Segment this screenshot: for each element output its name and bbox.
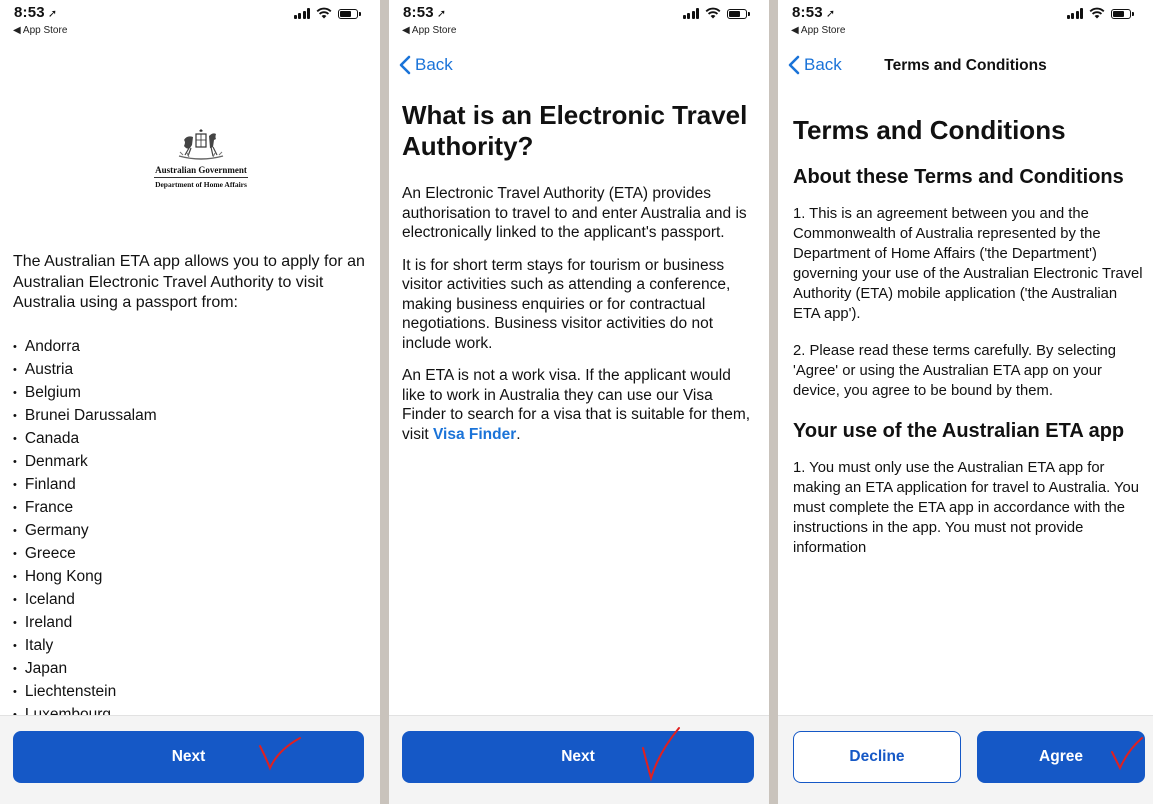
country-list-item: Canada [13, 428, 157, 451]
signal-icon [293, 8, 310, 19]
section-heading: Your use of the Australian ETA app [793, 420, 1125, 442]
paragraph: An ETA is not a work visa. If the applic… [402, 367, 751, 443]
battery-icon [727, 9, 750, 19]
country-list-item: Japan [13, 658, 157, 681]
country-list-item: Italy [13, 635, 157, 658]
status-time: 8:53 ➚ [403, 4, 447, 21]
status-bar: 8:53 ➚ ◀ App Store [389, 0, 769, 44]
country-list-item: Finland [13, 474, 157, 497]
decline-button[interactable]: Decline [793, 731, 961, 783]
paragraph: 2. Please read these terms carefully. By… [793, 343, 1116, 399]
country-list-item: Brunei Darussalam [13, 405, 157, 428]
country-list-item: Hong Kong [13, 566, 157, 589]
nav-title: Terms and Conditions [884, 57, 1047, 74]
content: What is an Electronic Travel Authority? … [402, 100, 758, 457]
signal-icon [682, 8, 699, 19]
chevron-left-icon [399, 55, 411, 75]
section-heading: About these Terms and Conditions [793, 166, 1124, 188]
agree-button[interactable]: Agree [977, 731, 1145, 783]
nav-bar: Back Terms and Conditions [778, 52, 1153, 82]
battery-icon [1111, 9, 1134, 19]
battery-icon [338, 9, 361, 19]
location-arrow-icon: ➚ [436, 8, 447, 20]
coat-of-arms-icon [178, 129, 224, 160]
wifi-icon [316, 7, 332, 19]
paragraph: An Electronic Travel Authority (ETA) pro… [402, 185, 747, 241]
screen-what-is-eta: 8:53 ➚ ◀ App Store Back What is an Electr… [389, 0, 769, 804]
back-button[interactable]: Back [399, 55, 453, 75]
back-label: Back [415, 55, 453, 74]
footer-bar: Next [389, 715, 769, 804]
country-list-item: Greece [13, 543, 157, 566]
location-arrow-icon: ➚ [825, 8, 836, 20]
country-list-item: Denmark [13, 451, 157, 474]
content: Terms and Conditions About these Terms a… [793, 115, 1143, 575]
back-to-app-store-link[interactable]: ◀ App Store [402, 25, 456, 36]
screen-intro: 8:53 ➚ ◀ App Store Australian Government … [0, 0, 380, 804]
paragraph: 1. This is an agreement between you and … [793, 206, 1143, 322]
back-to-app-store-link[interactable]: ◀ App Store [791, 25, 845, 36]
country-list-item: Belgium [13, 382, 157, 405]
intro-text: The Australian ETA app allows you to app… [13, 253, 365, 311]
footer-bar: Decline Agree [778, 715, 1153, 804]
visa-finder-link[interactable]: Visa Finder [433, 426, 516, 443]
wifi-icon [705, 7, 721, 19]
paragraph: 1. You must only use the Australian ETA … [793, 460, 1140, 556]
back-to-app-store-link[interactable]: ◀ App Store [13, 25, 67, 36]
country-list-item: France [13, 497, 157, 520]
page-title: Terms and Conditions [793, 115, 1066, 145]
next-button[interactable]: Next [402, 731, 754, 783]
status-time: 8:53 ➚ [792, 4, 836, 21]
country-list-item: Germany [13, 520, 157, 543]
crest-title: Australian Government [155, 165, 247, 175]
crest-department: Department of Home Affairs [155, 180, 247, 189]
footer-bar: Next [0, 715, 380, 804]
screen-terms: 8:53 ➚ ◀ App Store Back Terms and Conditi… [778, 0, 1153, 804]
country-list-item: Andorra [13, 336, 157, 359]
page-title: What is an Electronic Travel Authority? [402, 100, 748, 161]
government-crest: Australian Government Department of Home… [150, 128, 252, 189]
nav-bar: Back [389, 52, 769, 82]
country-list-item: Ireland [13, 612, 157, 635]
country-list: AndorraAustriaBelgiumBrunei DarussalamCa… [13, 336, 157, 773]
country-list-item: Austria [13, 359, 157, 382]
country-list-item: Liechtenstein [13, 681, 157, 704]
paragraph: It is for short term stays for tourism o… [402, 256, 731, 352]
crest-divider [154, 177, 248, 178]
next-button[interactable]: Next [13, 731, 364, 783]
status-bar: 8:53 ➚ ◀ App Store [778, 0, 1153, 44]
status-time: 8:53 ➚ [14, 4, 58, 21]
country-list-item: Iceland [13, 589, 157, 612]
status-bar: 8:53 ➚ ◀ App Store [0, 0, 380, 44]
wifi-icon [1089, 7, 1105, 19]
location-arrow-icon: ➚ [47, 8, 58, 20]
signal-icon [1066, 8, 1083, 19]
